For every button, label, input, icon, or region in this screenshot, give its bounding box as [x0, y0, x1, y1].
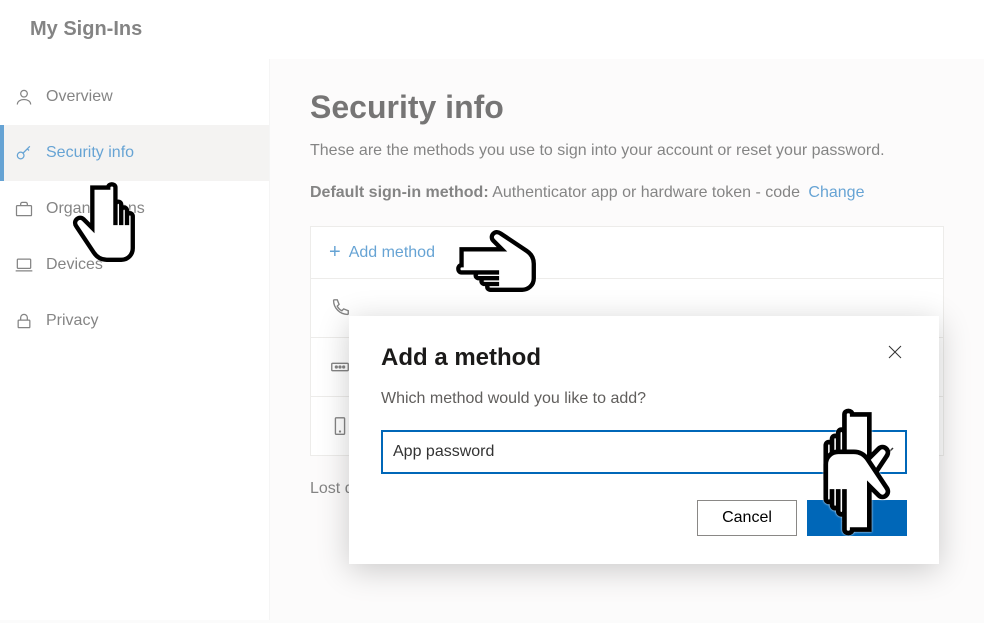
modal-overlay: Add a method Which method would you like…: [0, 0, 984, 623]
add-button[interactable]: Add: [807, 500, 907, 536]
close-icon[interactable]: [887, 344, 907, 364]
chevron-down-icon: [883, 443, 895, 461]
dropdown-value: App password: [393, 443, 494, 461]
dialog-title: Add a method: [381, 344, 541, 372]
add-method-dialog: Add a method Which method would you like…: [349, 316, 939, 564]
method-dropdown[interactable]: App password: [381, 430, 907, 474]
dialog-prompt: Which method would you like to add?: [381, 390, 907, 408]
cancel-button[interactable]: Cancel: [697, 500, 797, 536]
